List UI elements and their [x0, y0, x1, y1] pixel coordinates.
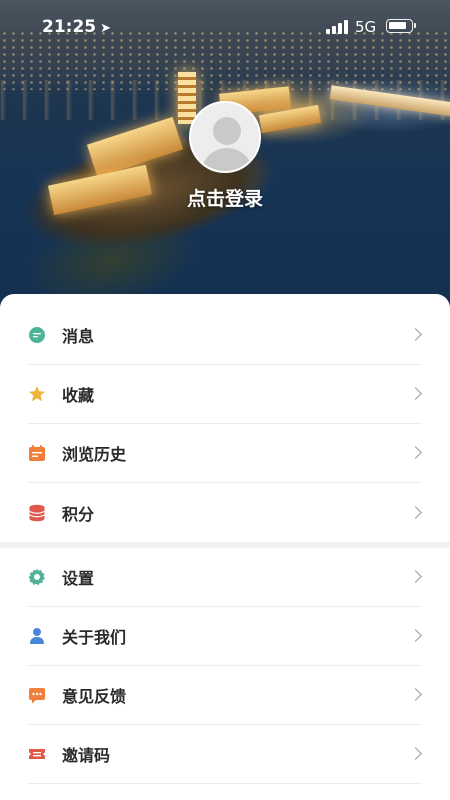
menu-item-label: 意见反馈 [62, 687, 127, 706]
login-link[interactable]: 点击登录 [0, 184, 450, 211]
menu-item-history[interactable]: 浏览历史 [28, 424, 422, 483]
default-avatar-icon[interactable] [189, 101, 261, 173]
ticket-icon [28, 745, 46, 763]
menu-item-favorites[interactable]: 收藏 [28, 365, 422, 424]
network-type: 5G [355, 18, 377, 36]
menu-item-invite-code[interactable]: 邀请码 [28, 725, 422, 784]
battery-level [389, 22, 406, 29]
location-arrow-icon: ➤ [100, 21, 112, 36]
chevron-right-icon [409, 747, 422, 760]
menu-item-about-us[interactable]: 关于我们 [28, 607, 422, 666]
menu-item-points[interactable]: 积分 [28, 483, 422, 542]
menu-item-label: 设置 [62, 569, 95, 588]
chevron-right-icon [409, 387, 422, 400]
menu-item-label: 积分 [62, 504, 95, 524]
chevron-right-icon [409, 570, 422, 583]
signal-strength-icon [326, 20, 348, 34]
menu-item-label: 邀请码 [62, 746, 111, 765]
menu-item-label: 关于我们 [62, 628, 127, 647]
status-bar: 21:25 ➤ 5G [0, 0, 450, 52]
menu-item-settings[interactable]: 设置 [28, 548, 422, 607]
menu-card-secondary: 设置 关于我们 意见反馈 邀请码 [0, 548, 450, 800]
feedback-bubble-icon [28, 686, 46, 704]
message-bubble-icon [28, 326, 46, 344]
person-icon [28, 627, 46, 645]
status-time: 21:25 ➤ [42, 17, 111, 37]
chevron-right-icon [409, 446, 422, 459]
menu-item-feedback[interactable]: 意见反馈 [28, 666, 422, 725]
menu-item-label: 浏览历史 [62, 445, 127, 464]
menu-item-label: 收藏 [62, 386, 95, 405]
menu-card-primary: 消息 收藏 浏览历史 积分 [0, 294, 450, 542]
menu-item-label: 消息 [62, 327, 95, 346]
chevron-right-icon [409, 328, 422, 341]
star-icon [28, 385, 46, 403]
chevron-right-icon [409, 629, 422, 642]
gear-icon [28, 568, 46, 586]
calendar-icon [28, 444, 46, 462]
pagoda [178, 72, 196, 124]
menu-item-messages[interactable]: 消息 [28, 306, 422, 365]
chevron-right-icon [409, 688, 422, 701]
chevron-right-icon [409, 505, 422, 519]
battery-icon [386, 19, 416, 33]
coins-stack-icon [28, 504, 46, 522]
status-time-text: 21:25 [42, 17, 97, 37]
